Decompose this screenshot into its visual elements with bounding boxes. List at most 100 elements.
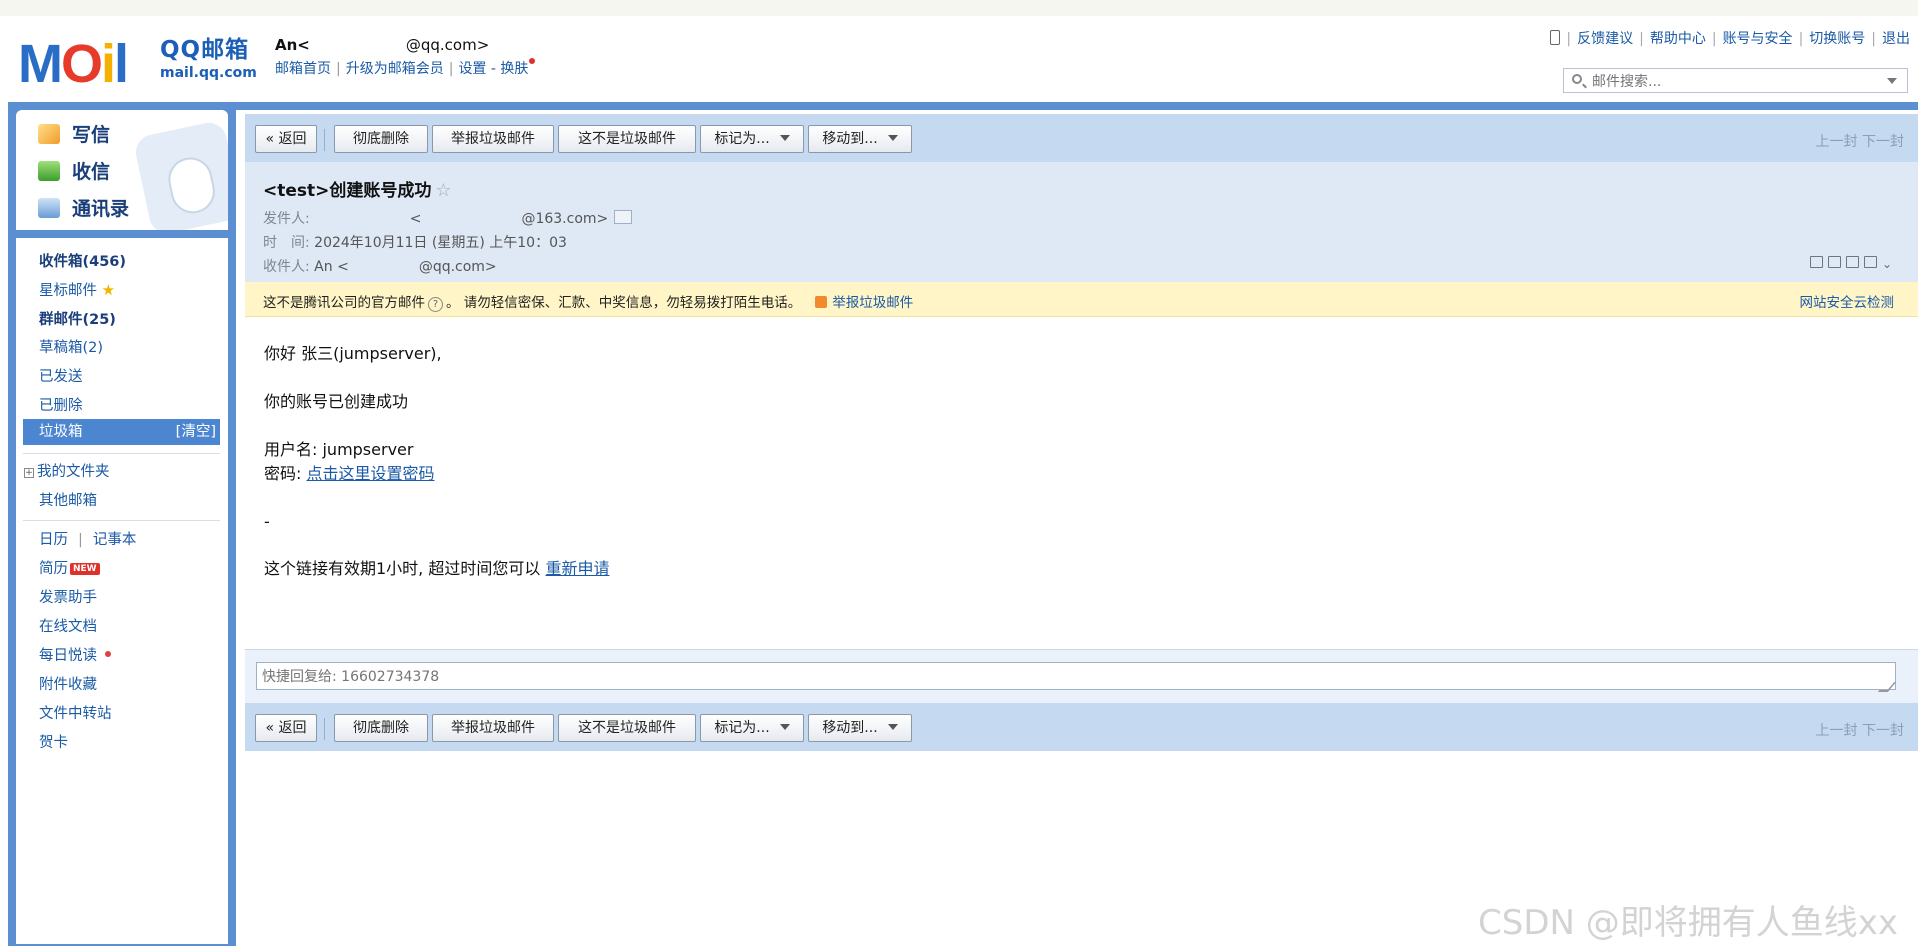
mark-as-dropdown[interactable]: 标记为...	[700, 125, 804, 153]
new-badge: NEW	[70, 563, 100, 575]
mail-search[interactable]	[1563, 68, 1908, 93]
compact-view-icon[interactable]	[1827, 256, 1841, 268]
report-spam-button[interactable]: 举报垃圾邮件	[432, 714, 554, 742]
tool-docs[interactable]: 在线文档	[39, 615, 97, 636]
link-skin[interactable]: 换肤	[500, 61, 528, 77]
folder-sent[interactable]: 已发送	[39, 365, 83, 386]
contacts-button[interactable]: 通讯录	[38, 194, 129, 221]
help-icon[interactable]: ?	[428, 297, 443, 312]
chevron-down-icon	[887, 135, 898, 141]
tool-notes[interactable]: 记事本	[93, 532, 137, 548]
safety-check-link[interactable]: 网站安全云检测	[1800, 291, 1895, 311]
link-upgrade[interactable]: 升级为邮箱会员	[346, 61, 444, 77]
mail-reader: « 返回 彻底删除 举报垃圾邮件 这不是垃圾邮件 标记为... 移动到... 上…	[245, 110, 1918, 946]
tool-calendar[interactable]: 日历	[39, 532, 68, 548]
spam-clear-link[interactable]: [清空]	[176, 419, 216, 445]
search-input[interactable]	[1590, 71, 1884, 92]
compose-button[interactable]: 写信	[38, 120, 110, 147]
right-links: | 反馈建议 | 帮助中心 | 账号与安全 | 切换账号 | 退出	[1550, 28, 1910, 48]
folder-starred[interactable]: 星标邮件 ★	[39, 279, 115, 300]
contact-card-icon	[38, 198, 60, 218]
report-icon	[815, 296, 828, 308]
sender-line: 发件人: < @163.com>	[263, 208, 633, 228]
prev-next-nav: 上一封 下一封	[1816, 720, 1904, 740]
link-logout[interactable]: 退出	[1882, 31, 1910, 47]
print-icon[interactable]	[1863, 256, 1877, 268]
not-spam-button[interactable]: 这不是垃圾邮件	[558, 714, 696, 742]
link-feedback[interactable]: 反馈建议	[1577, 31, 1633, 47]
quick-reply-input[interactable]	[256, 662, 1896, 690]
folder-inbox[interactable]: 收件箱(456)	[39, 250, 126, 271]
receive-button[interactable]: 收信	[38, 157, 110, 184]
starred-label: 星标邮件	[39, 283, 97, 299]
not-spam-button[interactable]: 这不是垃圾邮件	[558, 125, 696, 153]
subject-text: <test>创建账号成功	[263, 181, 432, 201]
expand-icon[interactable]: +	[24, 468, 34, 478]
link-mail-home[interactable]: 邮箱首页	[275, 61, 331, 77]
from-email[interactable]: @163.com>	[521, 211, 608, 227]
warning-text: 这不是腾讯公司的官方邮件?。 请勿轻信密保、汇款、中奖信息，勿轻易拨打陌生电话。…	[263, 291, 913, 312]
link-settings[interactable]: 设置	[458, 61, 486, 77]
logo-brand: QQ邮箱	[160, 37, 250, 63]
toolbar-separator	[324, 718, 325, 740]
qq-mail-logo[interactable]: MOil QQ邮箱 mail.qq.com	[18, 34, 258, 94]
next-mail-link[interactable]: 下一封	[1862, 134, 1904, 150]
next-mail-link[interactable]: 下一封	[1862, 723, 1904, 739]
link-account-security[interactable]: 账号与安全	[1723, 31, 1793, 47]
tool-daily[interactable]: 每日悦读	[39, 644, 111, 665]
folder-group-mail[interactable]: 群邮件(25)	[39, 308, 116, 329]
recipient-line: 收件人: An < @qq.com>	[263, 256, 497, 276]
my-folders[interactable]: + 我的文件夹	[24, 460, 110, 481]
back-button[interactable]: « 返回	[255, 125, 317, 153]
divider	[23, 520, 220, 521]
contact-card-icon[interactable]	[614, 210, 633, 224]
move-to-dropdown[interactable]: 移动到...	[808, 714, 912, 742]
my-folders-label: 我的文件夹	[37, 464, 110, 480]
chevron-down-icon	[779, 724, 790, 730]
tool-attachments[interactable]: 附件收藏	[39, 673, 97, 694]
search-dropdown-icon[interactable]	[1887, 78, 1897, 84]
body-username: 用户名: jumpserver	[264, 440, 414, 459]
header: MOil QQ邮箱 mail.qq.com An< @qq.com> 邮箱首页 | 升…	[0, 16, 1918, 102]
link-help[interactable]: 帮助中心	[1650, 31, 1706, 47]
mail-action-icons: ⌄	[1809, 256, 1896, 271]
save-icon[interactable]	[1845, 256, 1859, 268]
notification-dot	[529, 58, 536, 64]
browser-strip	[0, 0, 1918, 16]
report-spam-button[interactable]: 举报垃圾邮件	[432, 125, 554, 153]
resume-label: 简历	[39, 561, 68, 577]
star-outline-icon[interactable]: ☆	[435, 180, 451, 201]
tool-cards[interactable]: 贺卡	[39, 731, 68, 752]
star-icon: ★	[101, 281, 116, 299]
delete-permanently-button[interactable]: 彻底删除	[334, 714, 428, 742]
folder-other-mail[interactable]: 其他邮箱	[39, 489, 97, 510]
folder-deleted[interactable]: 已删除	[39, 394, 83, 415]
folder-spam[interactable]: 垃圾箱 [清空]	[23, 419, 220, 445]
tool-transfer[interactable]: 文件中转站	[39, 702, 112, 723]
tool-invoice[interactable]: 发票助手	[39, 586, 97, 607]
link-switch-account[interactable]: 切换账号	[1809, 31, 1865, 47]
folder-drafts[interactable]: 草稿箱(2)	[39, 336, 103, 357]
prev-mail-link[interactable]: 上一封	[1816, 723, 1858, 739]
delete-permanently-button[interactable]: 彻底删除	[334, 125, 428, 153]
phone-icon[interactable]	[1550, 30, 1561, 45]
set-password-link[interactable]: 点击这里设置密码	[306, 464, 434, 483]
body-password: 密码: 点击这里设置密码	[264, 462, 435, 486]
toolbar-bottom: « 返回 彻底删除 举报垃圾邮件 这不是垃圾邮件 标记为... 移动到... 上…	[245, 703, 1918, 751]
prev-mail-link[interactable]: 上一封	[1816, 134, 1858, 150]
reapply-link[interactable]: 重新申请	[545, 559, 609, 578]
back-button[interactable]: « 返回	[255, 714, 317, 742]
download-icon	[38, 161, 60, 181]
search-icon	[1572, 74, 1582, 84]
new-window-icon[interactable]	[1809, 256, 1823, 268]
tool-resume[interactable]: 简历 NEW	[39, 557, 100, 578]
prev-next-nav: 上一封 下一封	[1816, 131, 1904, 151]
sidebar: 写信 收信 通讯录 收件箱(456) 星标邮件 ★ 群邮件(25) 草稿箱(2)…	[16, 110, 228, 944]
move-to-dropdown[interactable]: 移动到...	[808, 125, 912, 153]
expiry-text: 这个链接有效期1小时, 超过时间您可以	[264, 559, 546, 578]
move-to-label: 移动到...	[822, 720, 878, 736]
mark-as-dropdown[interactable]: 标记为...	[700, 714, 804, 742]
report-spam-link[interactable]: 举报垃圾邮件	[815, 295, 913, 311]
expand-more-icon[interactable]: ⌄	[1882, 257, 1896, 271]
toolbar-separator	[324, 129, 325, 151]
